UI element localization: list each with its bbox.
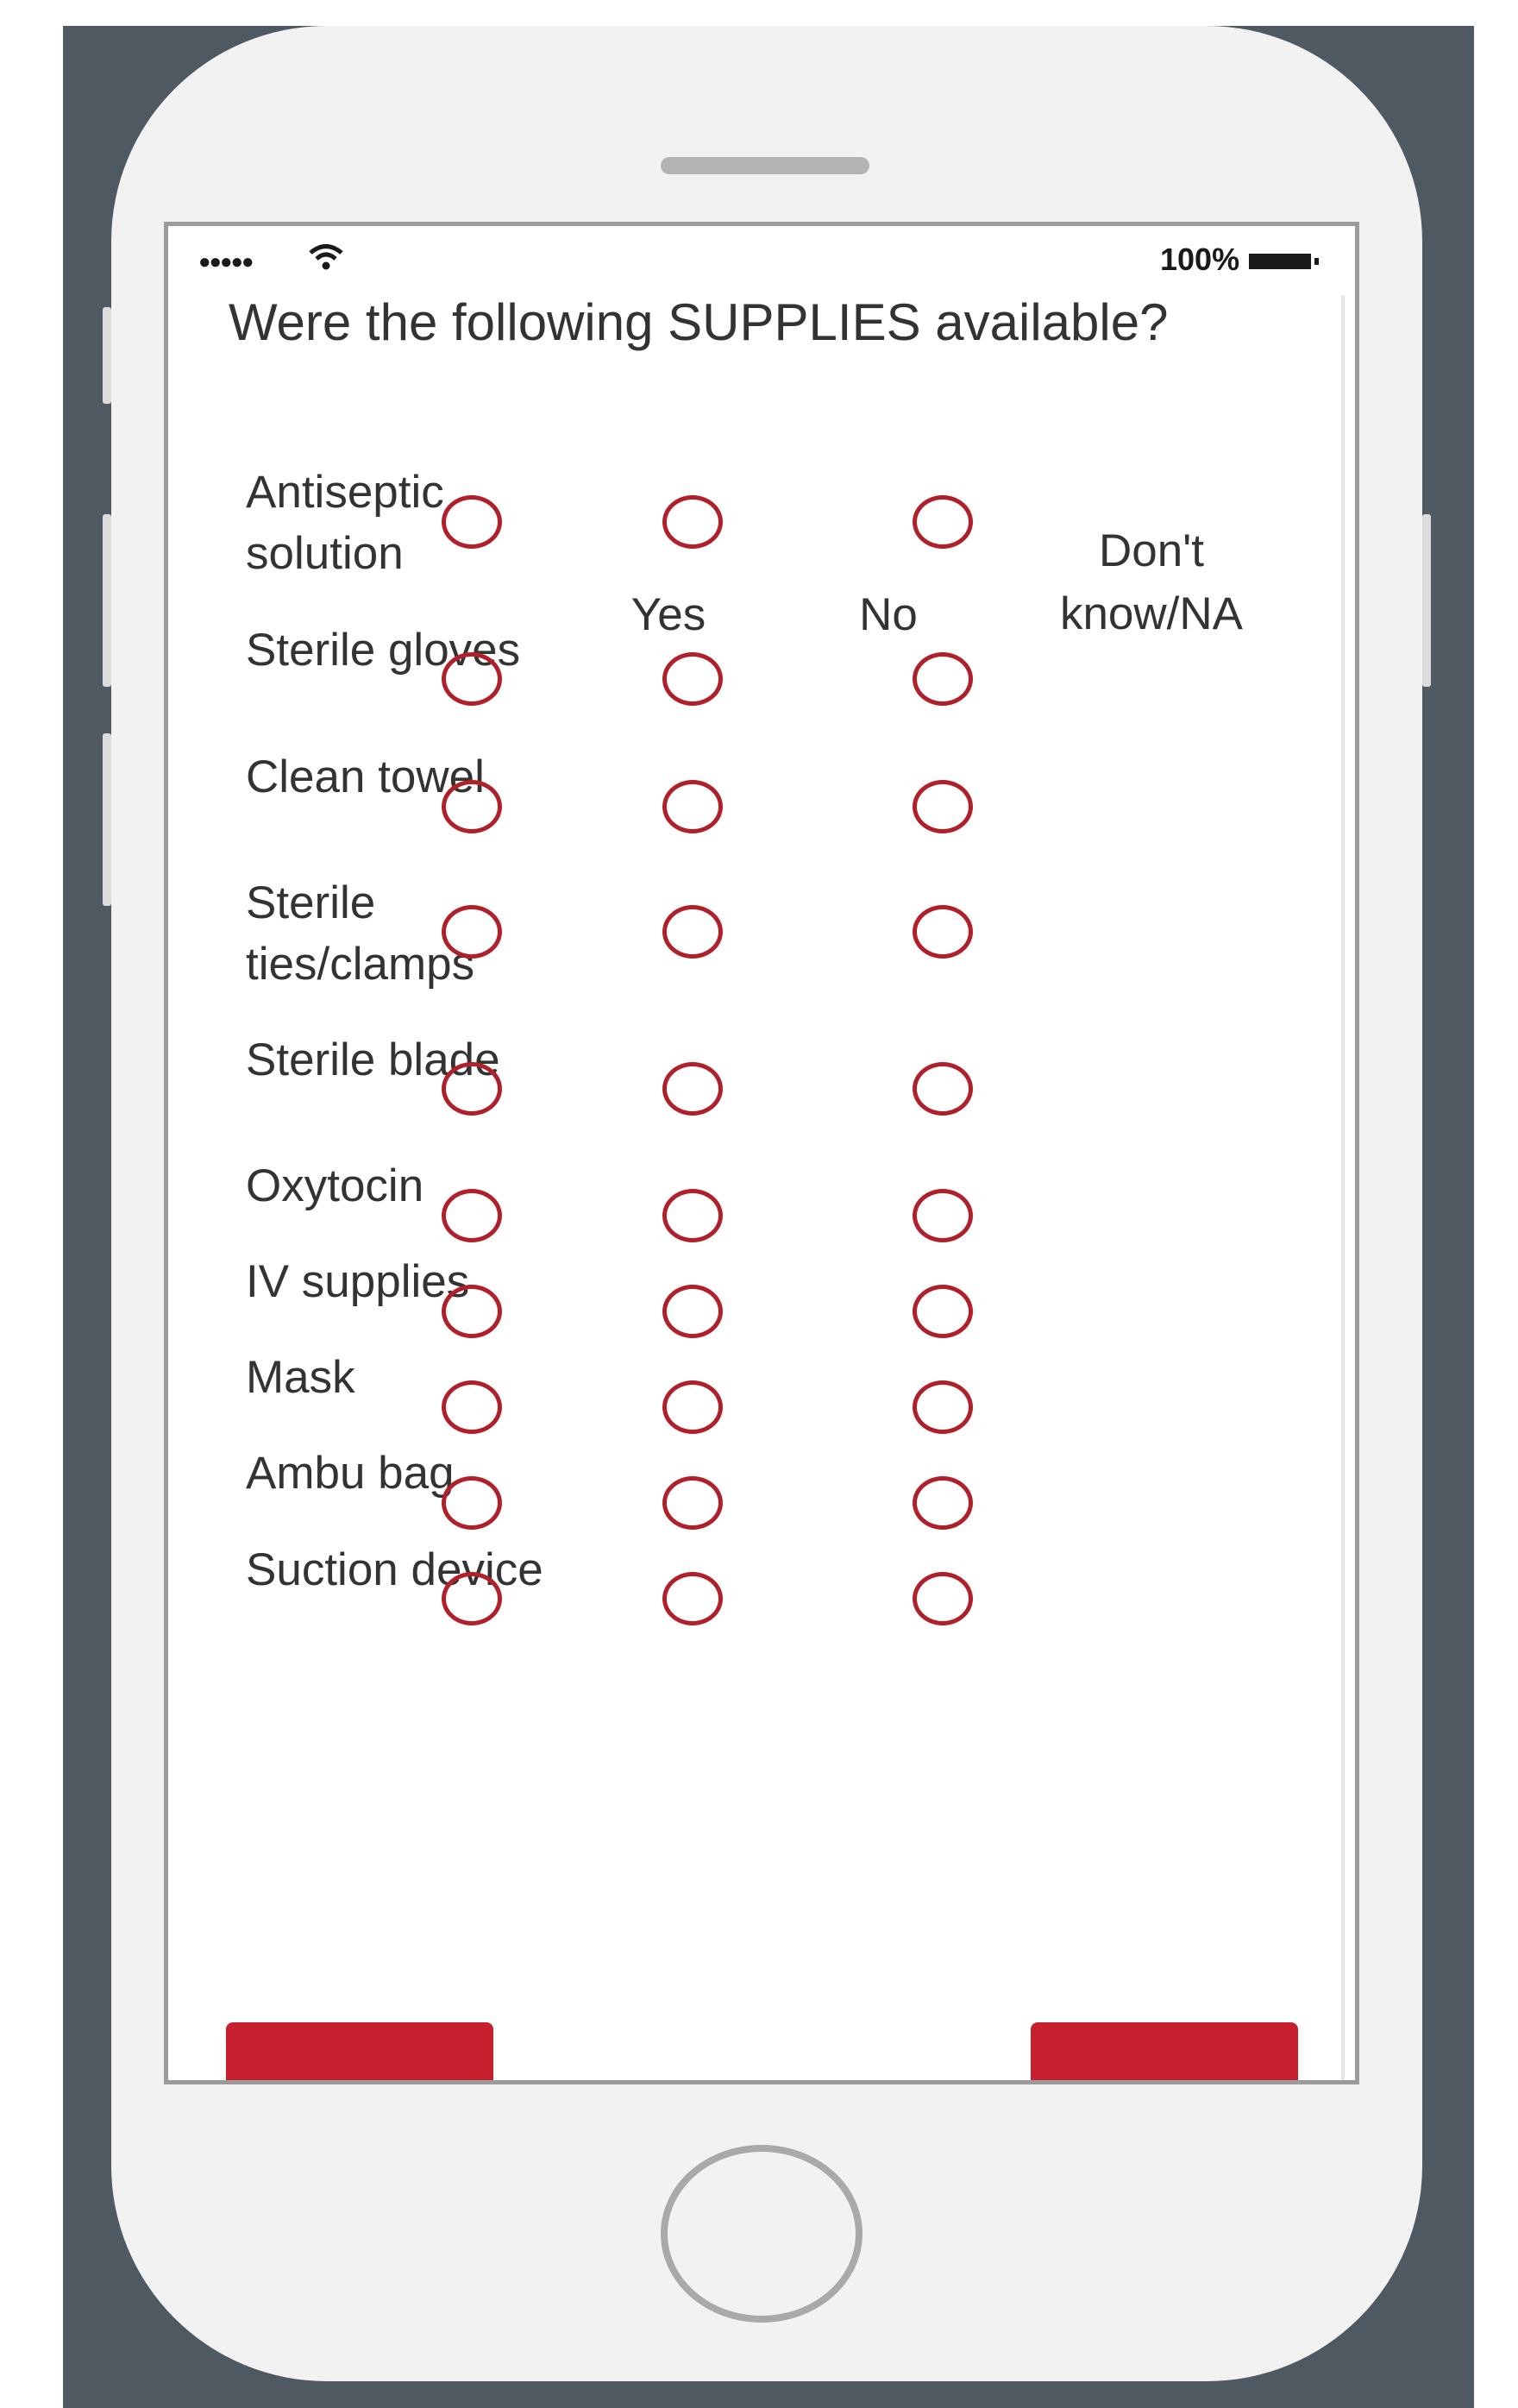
radio-no[interactable] <box>662 1189 723 1242</box>
radio-no[interactable] <box>662 905 723 959</box>
radio-yes[interactable] <box>442 495 502 549</box>
supply-label: Sterile blade <box>246 1034 500 1085</box>
radio-no[interactable] <box>662 495 723 549</box>
supply-label: Ambu bag <box>246 1448 455 1499</box>
phone-speaker <box>661 157 869 174</box>
radio-no[interactable] <box>662 1380 723 1434</box>
radio-no[interactable] <box>662 652 723 706</box>
radio-dont-know[interactable] <box>913 1285 973 1338</box>
radio-yes[interactable] <box>442 1476 502 1530</box>
radio-dont-know[interactable] <box>913 495 973 549</box>
supply-label: Antiseptic solution <box>246 467 444 579</box>
radio-yes[interactable] <box>442 1062 502 1116</box>
radio-yes[interactable] <box>442 1572 502 1625</box>
mute-switch <box>103 307 111 404</box>
volume-down-button <box>103 733 111 906</box>
supply-label: Clean towel <box>246 751 485 802</box>
battery-icon <box>1249 254 1311 269</box>
radio-dont-know[interactable] <box>913 1476 973 1530</box>
radio-no[interactable] <box>662 1062 723 1116</box>
radio-dont-know[interactable] <box>913 780 973 833</box>
phone-screen: ●●●●● 100% Were the following SUPPLIES a… <box>164 222 1359 2084</box>
radio-yes[interactable] <box>442 1189 502 1242</box>
supply-label: Mask <box>246 1352 355 1403</box>
power-button <box>1422 514 1431 687</box>
radio-dont-know[interactable] <box>913 1189 973 1242</box>
radio-dont-know[interactable] <box>913 1572 973 1625</box>
column-header-yes: Yes <box>630 589 706 640</box>
signal-icon: ●●●●● <box>198 250 254 273</box>
radio-dont-know[interactable] <box>913 652 973 706</box>
radio-no[interactable] <box>662 1285 723 1338</box>
radio-yes[interactable] <box>442 1380 502 1434</box>
status-bar: ●●●●● 100% <box>198 242 1346 277</box>
supply-label: Oxytocin <box>246 1160 424 1211</box>
radio-yes[interactable] <box>442 905 502 959</box>
supply-label: Sterile ties/clamps <box>246 877 475 990</box>
battery-tip <box>1314 258 1319 265</box>
column-header-no: No <box>859 589 918 640</box>
radio-dont-know[interactable] <box>913 1380 973 1434</box>
radio-dont-know[interactable] <box>913 1062 973 1116</box>
supply-label: Sterile gloves <box>246 625 521 676</box>
radio-yes[interactable] <box>442 652 502 706</box>
supply-label: Suction device <box>246 1544 543 1595</box>
scrollbar[interactable] <box>1341 295 1345 2080</box>
question-title: Were the following SUPPLIES available? <box>229 293 1169 351</box>
radio-no[interactable] <box>662 1572 723 1625</box>
radio-yes[interactable] <box>442 1285 502 1338</box>
home-button[interactable] <box>661 2145 862 2323</box>
volume-up-button <box>103 514 111 687</box>
wifi-icon <box>309 244 343 270</box>
radio-dont-know[interactable] <box>913 905 973 959</box>
battery-percent: 100% <box>1160 242 1240 277</box>
radio-yes[interactable] <box>442 780 502 833</box>
supply-label: IV supplies <box>246 1256 470 1307</box>
radio-no[interactable] <box>662 1476 723 1530</box>
back-button[interactable]: << <box>226 2022 493 2080</box>
column-header-dont-know: Don't know/NA <box>1059 525 1244 639</box>
radio-no[interactable] <box>662 780 723 833</box>
next-button[interactable]: >> <box>1031 2022 1298 2080</box>
